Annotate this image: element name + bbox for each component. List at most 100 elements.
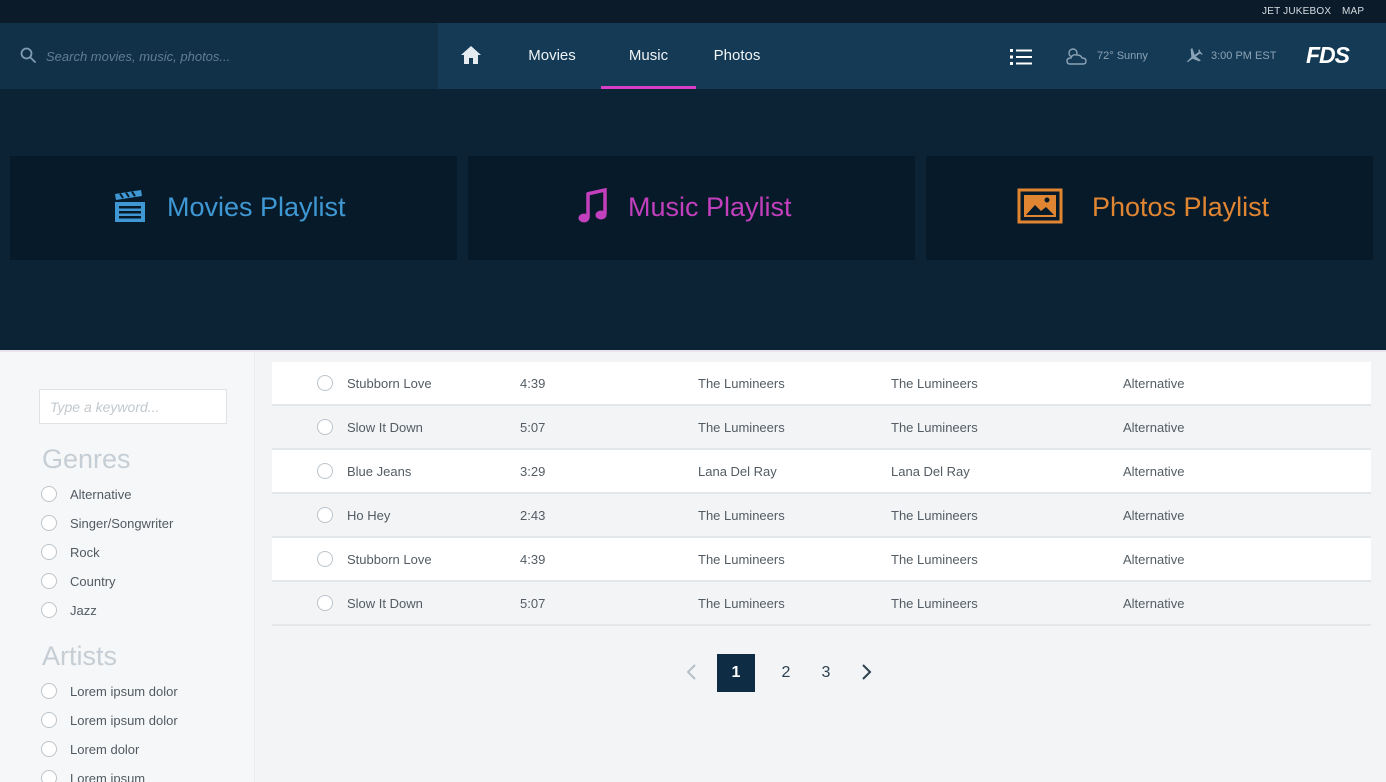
track-row[interactable]: Stubborn Love 4:39 The Lumineers The Lumine… (272, 362, 1371, 406)
artist-label: Lorem ipsum dolor (70, 712, 178, 728)
artist-option[interactable]: Lorem ipsum dolor (41, 682, 178, 700)
artist-label: Lorem ipsum (70, 770, 146, 782)
track-row[interactable]: Slow It Down 5:07 The Lumineers The Luminee… (272, 582, 1371, 626)
clapperboard-icon (115, 190, 145, 222)
track-album: The Lumineers (891, 376, 978, 391)
utility-bar: JET JUKEBOX MAP (0, 0, 1386, 23)
movies-playlist-label: Movies Playlist (167, 192, 346, 222)
page-3-button[interactable]: 3 (807, 654, 845, 692)
music-playlist-tile[interactable]: Music Playlist (468, 156, 915, 260)
jet-jukebox-link[interactable]: JET JUKEBOX (1262, 6, 1331, 17)
genre-radio[interactable] (41, 544, 57, 560)
genre-label: Alternative (70, 486, 132, 502)
main-nav-bar: Movies Music Photos 72° Sunny 3:00 PM ES… (0, 23, 1386, 89)
track-album: The Lumineers (891, 508, 978, 523)
content-area: Genres Alternative Singer/Songwriter Rock C… (0, 350, 1386, 782)
list-icon[interactable] (1010, 48, 1032, 66)
previous-page-icon[interactable] (682, 662, 702, 682)
genre-label: Rock (70, 544, 100, 560)
track-album: The Lumineers (891, 420, 978, 435)
artist-radio[interactable] (41, 712, 57, 728)
tab-photos[interactable]: Photos (696, 23, 778, 89)
track-artist: The Lumineers (698, 596, 785, 611)
genre-radio[interactable] (41, 515, 57, 531)
keyword-input[interactable] (39, 389, 227, 424)
artist-label: Lorem dolor (70, 741, 140, 757)
track-select-radio[interactable] (317, 463, 333, 479)
home-icon[interactable] (460, 45, 482, 65)
page-1-button[interactable]: 1 (717, 654, 755, 692)
track-title: Stubborn Love (347, 376, 432, 391)
track-select-radio[interactable] (317, 551, 333, 567)
genre-radio[interactable] (41, 573, 57, 589)
track-select-radio[interactable] (317, 595, 333, 611)
genre-option[interactable]: Alternative (41, 485, 131, 503)
artist-option[interactable]: Lorem dolor (41, 740, 139, 758)
track-row[interactable]: Blue Jeans 3:29 Lana Del Ray Lana Del Ray Al… (272, 450, 1371, 494)
track-select-radio[interactable] (317, 419, 333, 435)
track-genre: Alternative (1123, 376, 1185, 391)
artist-radio[interactable] (41, 683, 57, 699)
search-icon[interactable] (20, 47, 36, 63)
track-row[interactable]: Ho Hey 2:43 The Lumineers The Lumineers Alte… (272, 494, 1371, 538)
playlist-hero: Movies Playlist Music Playlist Photos Pl… (0, 89, 1386, 350)
genre-label: Jazz (70, 602, 97, 618)
track-duration: 3:29 (520, 464, 546, 479)
photos-playlist-tile[interactable]: Photos Playlist (926, 156, 1373, 260)
track-artist: The Lumineers (698, 376, 785, 391)
track-genre: Alternative (1123, 596, 1185, 611)
music-note-icon (578, 188, 607, 223)
weather-readout: 72° Sunny (1097, 50, 1148, 62)
track-album: Lana Del Ray (891, 464, 970, 479)
track-table: Stubborn Love 4:39 The Lumineers The Lumine… (272, 362, 1371, 626)
track-row[interactable]: Stubborn Love 4:39 The Lumineers The Lumine… (272, 538, 1371, 582)
artist-radio[interactable] (41, 770, 57, 782)
track-select-radio[interactable] (317, 507, 333, 523)
genre-option[interactable]: Jazz (41, 601, 97, 619)
fds-logo: FDS (1306, 42, 1350, 68)
genre-option[interactable]: Rock (41, 543, 100, 561)
track-artist: Lana Del Ray (698, 464, 777, 479)
genre-label: Country (70, 573, 116, 589)
genre-option[interactable]: Singer/Songwriter (41, 514, 173, 532)
genres-heading: Genres (42, 444, 131, 474)
artist-option[interactable]: Lorem ipsum dolor (41, 711, 178, 729)
track-title: Stubborn Love (347, 552, 432, 567)
next-page-icon[interactable] (856, 662, 876, 682)
track-row[interactable]: Slow It Down 5:07 The Lumineers The Luminee… (272, 406, 1371, 450)
photos-playlist-label: Photos Playlist (1092, 192, 1270, 222)
page-2-button[interactable]: 2 (767, 654, 805, 692)
tab-music[interactable]: Music (601, 23, 696, 89)
genre-radio[interactable] (41, 602, 57, 618)
track-album: The Lumineers (891, 596, 978, 611)
image-icon (1017, 188, 1063, 224)
time-readout: 3:00 PM EST (1211, 50, 1277, 62)
track-album: The Lumineers (891, 552, 978, 567)
genre-radio[interactable] (41, 486, 57, 502)
airplane-icon (1187, 47, 1203, 63)
track-genre: Alternative (1123, 464, 1185, 479)
track-artist: The Lumineers (698, 552, 785, 567)
track-genre: Alternative (1123, 508, 1185, 523)
track-duration: 4:39 (520, 376, 546, 391)
search-input[interactable] (46, 45, 416, 67)
genre-option[interactable]: Country (41, 572, 116, 590)
track-title: Ho Hey (347, 508, 391, 523)
track-duration: 5:07 (520, 420, 546, 435)
map-link[interactable]: MAP (1342, 6, 1364, 17)
track-duration: 5:07 (520, 596, 546, 611)
search-area (0, 23, 438, 89)
track-artist: The Lumineers (698, 508, 785, 523)
artist-label: Lorem ipsum dolor (70, 683, 178, 699)
track-artist: The Lumineers (698, 420, 785, 435)
artist-option[interactable]: Lorem ipsum (41, 769, 145, 782)
track-genre: Alternative (1123, 420, 1185, 435)
artist-radio[interactable] (41, 741, 57, 757)
tab-movies[interactable]: Movies (512, 23, 592, 89)
artists-heading: Artists (42, 641, 118, 671)
movies-playlist-tile[interactable]: Movies Playlist (10, 156, 457, 260)
weather-icon (1066, 48, 1087, 65)
track-title: Blue Jeans (347, 464, 412, 479)
track-select-radio[interactable] (317, 375, 333, 391)
genre-label: Singer/Songwriter (70, 515, 174, 531)
